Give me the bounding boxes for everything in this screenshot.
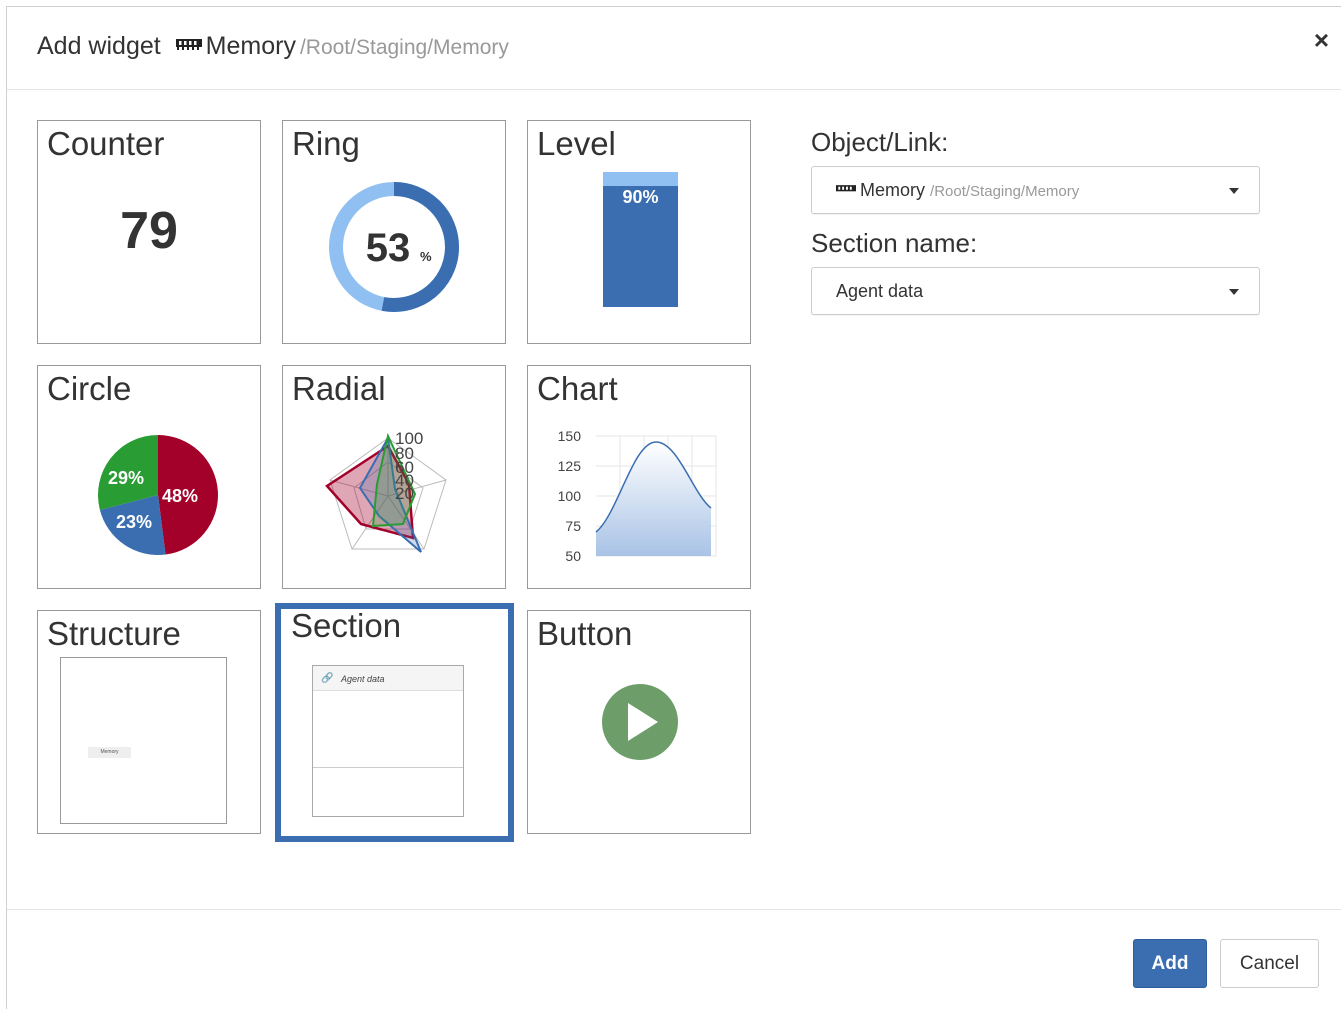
- memory-icon: [175, 39, 202, 51]
- section-preview-divider: [313, 767, 463, 768]
- widget-tile-structure[interactable]: Structure Memory: [37, 610, 261, 834]
- counter-value: 79: [120, 202, 178, 260]
- caret-down-icon: [1229, 289, 1239, 295]
- pie-label: 48%: [162, 486, 198, 506]
- pie-label: 23%: [116, 512, 152, 532]
- caret-down-icon: [1229, 188, 1239, 194]
- memory-icon: [836, 185, 856, 192]
- widget-tile-ring[interactable]: Ring 53 %: [282, 120, 506, 344]
- level-value: 90%: [622, 187, 659, 207]
- close-button[interactable]: ×: [1314, 27, 1329, 53]
- dialog-title-text: Add widget: [37, 32, 161, 60]
- section-preview-title: Agent data: [341, 674, 385, 684]
- level-bar: 90%: [603, 172, 678, 307]
- section-name-value: Agent data: [836, 281, 924, 301]
- dialog-header: Add widget Memory/Root/Staging/Memory ×: [7, 7, 1341, 90]
- object-link-label: Object/Link:: [811, 127, 949, 157]
- radar-chart: 100 80 60 40 20: [325, 429, 447, 553]
- link-icon: 🔗: [321, 673, 334, 684]
- widget-tile-counter[interactable]: Counter 79: [37, 120, 261, 344]
- ring-gauge: 53 %: [329, 182, 459, 312]
- object-link-select[interactable]: Memory /Root/Staging/Memory: [811, 166, 1260, 214]
- chart-y-tick: 125: [558, 458, 582, 474]
- widget-tile-section[interactable]: Section 🔗 Agent data: [275, 603, 514, 842]
- section-name-label: Section name:: [811, 228, 978, 258]
- chart-y-tick: 50: [565, 548, 581, 564]
- widget-tile-level[interactable]: Level 90%: [527, 120, 751, 344]
- title-object-name: Memory: [205, 32, 296, 60]
- ring-unit: %: [420, 249, 432, 264]
- tile-title: Structure: [47, 615, 181, 652]
- cancel-button[interactable]: Cancel: [1220, 939, 1319, 988]
- section-name-select[interactable]: Agent data: [811, 267, 1260, 315]
- pie-label: 29%: [108, 468, 144, 488]
- widget-tile-chart[interactable]: Chart 150 125 100 75 50: [527, 365, 751, 589]
- tile-title: Section: [291, 607, 402, 644]
- chart-y-tick: 150: [558, 428, 582, 444]
- area-chart: 150 125 100 75 50: [558, 428, 717, 564]
- play-icon: [602, 684, 678, 760]
- object-link-value: Memory: [860, 180, 926, 200]
- tile-title: Level: [537, 125, 616, 162]
- title-object-path: /Root/Staging/Memory: [299, 36, 509, 59]
- structure-preview: Memory: [60, 657, 227, 824]
- title-object: Memory: [175, 32, 296, 60]
- ring-value: 53: [366, 226, 411, 270]
- add-button[interactable]: Add: [1133, 939, 1207, 988]
- pie-chart: 48% 23% 29%: [98, 435, 219, 555]
- tile-title: Counter: [47, 125, 165, 162]
- add-widget-dialog: Add widget Memory/Root/Staging/Memory × …: [6, 6, 1341, 1009]
- radar-tick-label: 20: [395, 484, 414, 503]
- widget-tile-button[interactable]: Button: [527, 610, 751, 834]
- section-preview-header: 🔗 Agent data: [313, 666, 463, 691]
- chart-y-tick: 100: [558, 488, 582, 504]
- object-link-path: /Root/Staging/Memory: [930, 183, 1080, 200]
- chart-y-tick: 75: [565, 518, 581, 534]
- widget-tile-radial[interactable]: Radial 100 80 60 40 20: [282, 365, 506, 589]
- structure-node: Memory: [88, 747, 131, 758]
- section-preview: 🔗 Agent data: [312, 665, 464, 817]
- widget-tile-circle[interactable]: Circle 48% 23% 29%: [37, 365, 261, 589]
- chart-area: [596, 442, 711, 556]
- dialog-footer: Add Cancel: [7, 909, 1341, 1010]
- dialog-title: Add widget Memory/Root/Staging/Memory: [37, 32, 509, 61]
- widget-settings-form: Object/Link: Memory /Root/Staging/Memory…: [811, 127, 1261, 315]
